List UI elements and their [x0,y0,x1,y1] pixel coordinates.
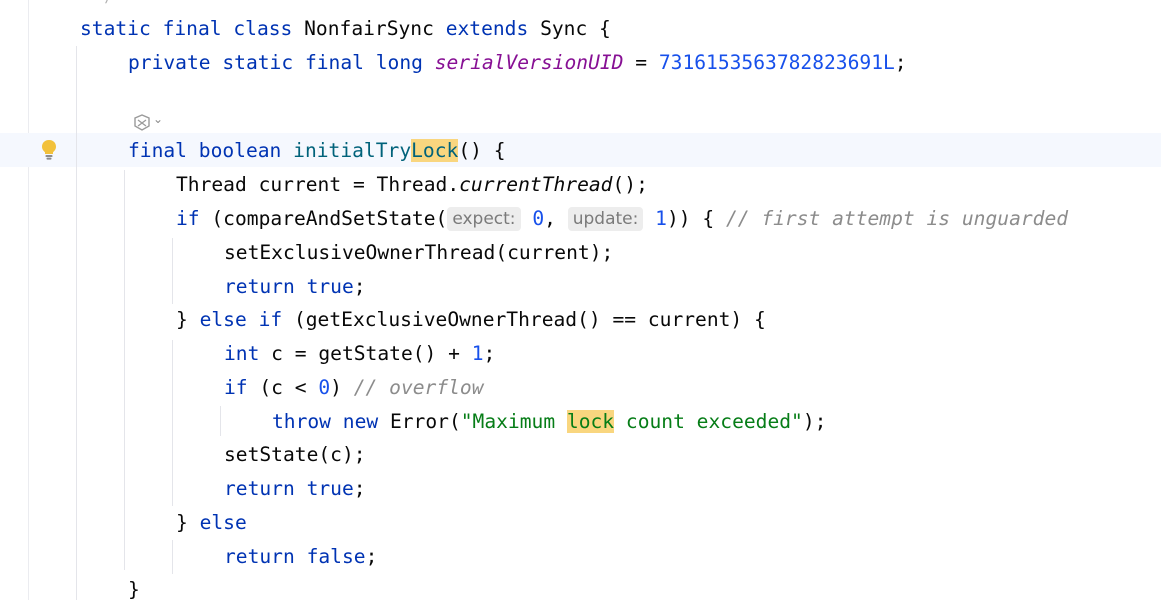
code-line[interactable]: int c = getState() + 1; [224,337,495,371]
partial-comment-end: */ [96,0,113,6]
indent-guide [220,406,221,436]
code-text: ) [330,376,354,399]
string-literal: "Maximum [460,410,567,433]
code-text: (compareAndSetState( [199,207,448,230]
method-call: currentThread [459,173,613,196]
keyword: extends [445,17,529,40]
code-text: setExclusiveOwnerThread(current); [224,241,614,264]
parameter-hint: update: [567,207,644,231]
indent-guide [76,46,77,600]
number-literal: 1 [655,207,667,230]
code-text: )) { [666,207,726,230]
code-line[interactable]: } else [176,506,247,540]
indent-guide [172,540,173,574]
code-line[interactable]: throw new Error("Maximum lock count exce… [272,405,826,439]
keyword: private static final long [128,51,423,74]
code-text: } [128,578,140,600]
code-line[interactable]: return false; [224,540,377,574]
code-text: ; [894,51,907,74]
code-text: } [176,511,200,534]
code-text: ; [483,342,496,365]
keyword: int [224,342,260,365]
keyword: final boolean [128,139,282,162]
code-text: Thread current = Thread. [176,173,460,196]
code-text: ; [365,545,378,568]
keyword: return false [224,545,366,568]
code-text: ; [353,275,366,298]
code-line[interactable]: if (compareAndSetState(expect: 0, update… [176,202,1068,236]
code-line[interactable]: static final class NonfairSync extends S… [80,12,611,46]
parameter-hint: expect: [447,207,521,231]
code-text: (getExclusiveOwnerThread() == current) { [282,308,766,331]
keyword: if [176,207,200,230]
indent-guide [124,170,125,570]
code-line[interactable]: final boolean initialTryLock() { [128,134,506,168]
code-line[interactable]: if (c < 0) // overflow [224,371,484,405]
code-text: (); [612,173,648,196]
keyword: else [199,511,247,534]
field-name: serialVersionUID [434,51,624,74]
code-text: , [544,207,568,230]
code-line[interactable]: return true; [224,270,366,304]
code-comment: // first attempt is unguarded [725,207,1069,230]
code-text: () { [458,139,506,162]
code-comment: // overflow [353,376,484,399]
code-text: ); [802,410,827,433]
code-text: ; [353,477,366,500]
class-name: NonfairSync [292,17,446,40]
code-line[interactable]: return true; [224,472,366,506]
keyword: static final class [80,17,293,40]
keyword: return true [224,477,354,500]
number-literal: 7316153563782823691L [658,51,895,74]
search-highlight: Lock [411,139,459,162]
keyword: else if [199,308,283,331]
gutter-divider [28,0,29,600]
code-text: Error( [378,410,461,433]
indent-guide [172,340,173,506]
code-line[interactable]: setState(c); [224,438,366,472]
chevron-down-icon[interactable]: ⌄ [153,112,163,126]
lightbulb-icon[interactable] [40,139,58,161]
keyword: if [224,376,248,399]
code-text: Sync { [528,17,611,40]
number-literal: 0 [318,376,331,399]
code-line[interactable]: Thread current = Thread.currentThread(); [176,168,648,202]
keyword: return true [224,275,354,298]
keyword: throw new [272,410,379,433]
code-line[interactable]: setExclusiveOwnerThread(current); [224,236,613,270]
search-highlight: lock [566,410,615,433]
method-name: initialTry [293,139,412,162]
code-text: setState(c); [224,443,366,466]
ai-assistant-icon[interactable] [132,114,152,132]
code-line[interactable]: private static final long serialVersionU… [128,46,907,80]
indent-guide [172,238,173,304]
number-literal: 0 [532,207,545,230]
code-text: (c < [247,376,319,399]
code-line[interactable]: } [128,573,140,600]
string-literal: count exceeded" [614,410,803,433]
code-text: } [176,308,200,331]
code-line[interactable]: } else if (getExclusiveOwnerThread() == … [176,303,766,337]
code-text: = [623,51,659,74]
code-text: c = getState() + [259,342,472,365]
number-literal: 1 [471,342,484,365]
code-editor[interactable]: */ static final class NonfairSync extend… [0,0,1161,600]
